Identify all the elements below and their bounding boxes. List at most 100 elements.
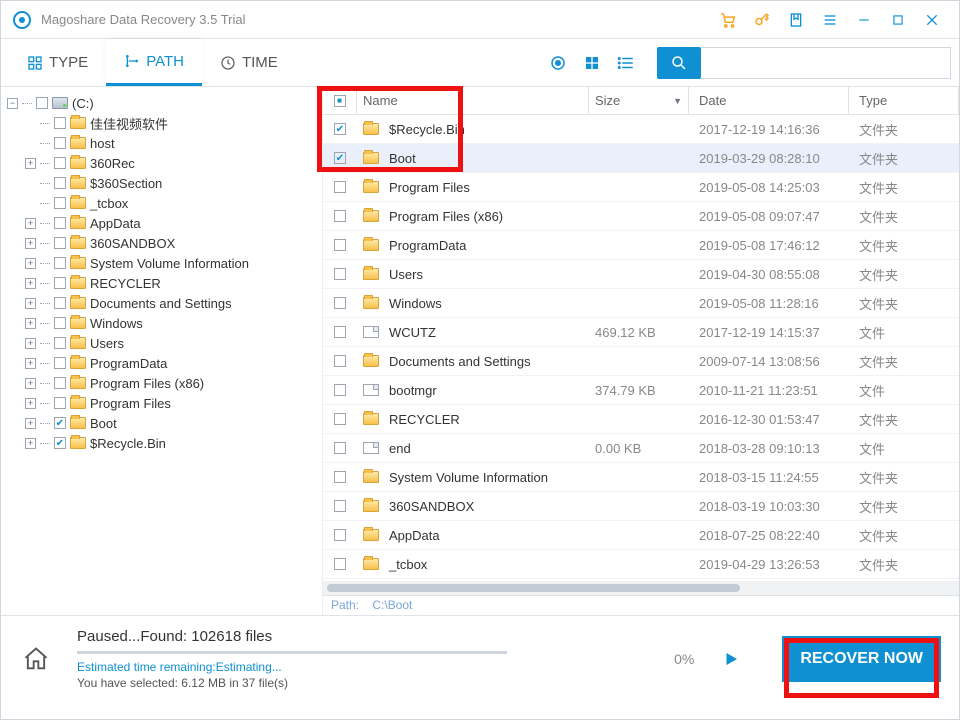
checkbox[interactable] — [54, 117, 66, 129]
checkbox[interactable] — [334, 123, 346, 135]
tree-item[interactable]: +Program Files — [5, 393, 318, 413]
checkbox[interactable] — [334, 558, 346, 570]
horizontal-scrollbar[interactable] — [323, 581, 959, 595]
checkbox[interactable] — [54, 337, 66, 349]
cart-icon[interactable] — [713, 5, 743, 35]
table-row[interactable]: end0.00 KB2018-03-28 09:10:13文件 — [323, 434, 959, 463]
table-row[interactable]: Users2019-04-30 08:55:08文件夹 — [323, 260, 959, 289]
expand-icon[interactable]: + — [25, 438, 36, 449]
table-row[interactable]: Program Files2019-05-08 14:25:03文件夹 — [323, 173, 959, 202]
checkbox[interactable] — [334, 529, 346, 541]
tree-item[interactable]: +ProgramData — [5, 353, 318, 373]
resume-button[interactable] — [722, 650, 740, 668]
collapse-icon[interactable]: − — [7, 98, 18, 109]
expand-icon[interactable]: + — [25, 238, 36, 249]
column-date[interactable]: Date — [689, 87, 849, 114]
tree-item[interactable]: +AppData — [5, 213, 318, 233]
column-type[interactable]: Type — [849, 87, 959, 114]
tab-type[interactable]: TYPE — [9, 39, 106, 86]
table-row[interactable]: Windows2019-05-08 11:28:16文件夹 — [323, 289, 959, 318]
checkbox[interactable] — [334, 442, 346, 454]
checkbox[interactable] — [54, 237, 66, 249]
tab-path[interactable]: PATH — [106, 39, 202, 86]
tree-item[interactable]: +360Rec — [5, 153, 318, 173]
maximize-button[interactable] — [883, 5, 913, 35]
tree-item[interactable]: _tcbox — [5, 193, 318, 213]
checkbox[interactable] — [36, 97, 48, 109]
tree-item[interactable]: +Users — [5, 333, 318, 353]
checkbox[interactable] — [334, 500, 346, 512]
home-button[interactable] — [19, 642, 53, 676]
bookmark-icon[interactable] — [781, 5, 811, 35]
checkbox[interactable] — [54, 317, 66, 329]
tree-item[interactable]: +Documents and Settings — [5, 293, 318, 313]
checkbox[interactable] — [334, 326, 346, 338]
expand-icon[interactable]: + — [25, 218, 36, 229]
checkbox[interactable] — [54, 377, 66, 389]
preview-toggle-icon[interactable] — [541, 39, 575, 86]
tab-time[interactable]: TIME — [202, 39, 296, 86]
expand-icon[interactable]: + — [25, 378, 36, 389]
checkbox[interactable] — [54, 217, 66, 229]
column-name[interactable]: Name — [357, 87, 589, 114]
tree-item[interactable]: +System Volume Information — [5, 253, 318, 273]
tree-item[interactable]: +RECYCLER — [5, 273, 318, 293]
folder-tree[interactable]: − (C:) 佳佳视频软件host+360Rec$360Section_tcbo… — [1, 87, 323, 615]
checkbox[interactable] — [334, 152, 346, 164]
checkbox[interactable] — [54, 397, 66, 409]
checkbox[interactable] — [334, 355, 346, 367]
expand-icon[interactable]: + — [25, 278, 36, 289]
expand-icon[interactable]: + — [25, 318, 36, 329]
checkbox[interactable] — [334, 210, 346, 222]
expand-icon[interactable]: + — [25, 358, 36, 369]
tree-item[interactable]: $360Section — [5, 173, 318, 193]
checkbox[interactable] — [54, 277, 66, 289]
tree-item[interactable]: +$Recycle.Bin — [5, 433, 318, 453]
table-row[interactable]: $Recycle.Bin2017-12-19 14:16:36文件夹 — [323, 115, 959, 144]
checkbox[interactable] — [54, 357, 66, 369]
expand-icon[interactable]: + — [25, 158, 36, 169]
checkbox[interactable] — [334, 181, 346, 193]
search-button[interactable] — [657, 47, 701, 79]
expand-icon[interactable]: + — [25, 418, 36, 429]
thumbnail-view-icon[interactable] — [575, 39, 609, 86]
checkbox[interactable] — [334, 384, 346, 396]
checkbox[interactable] — [334, 239, 346, 251]
expand-icon[interactable]: + — [25, 258, 36, 269]
column-size[interactable]: Size▼ — [589, 87, 689, 114]
table-row[interactable]: _tcbox2019-04-29 13:26:53文件夹 — [323, 550, 959, 579]
table-row[interactable]: Boot2019-03-29 08:28:10文件夹 — [323, 144, 959, 173]
checkbox[interactable] — [54, 197, 66, 209]
header-checkbox-cell[interactable] — [323, 87, 357, 114]
expand-icon[interactable]: + — [25, 338, 36, 349]
tree-root[interactable]: − (C:) — [5, 93, 318, 113]
table-row[interactable]: 360SANDBOX2018-03-19 10:03:30文件夹 — [323, 492, 959, 521]
checkbox[interactable] — [54, 137, 66, 149]
expand-icon[interactable]: + — [25, 298, 36, 309]
table-row[interactable]: RECYCLER2016-12-30 01:53:47文件夹 — [323, 405, 959, 434]
tree-item[interactable]: 佳佳视频软件 — [5, 113, 318, 133]
key-icon[interactable] — [747, 5, 777, 35]
checkbox[interactable] — [54, 157, 66, 169]
checkbox[interactable] — [334, 413, 346, 425]
table-row[interactable]: System Volume Information2018-03-15 11:2… — [323, 463, 959, 492]
table-row[interactable]: WCUTZ469.12 KB2017-12-19 14:15:37文件 — [323, 318, 959, 347]
checkbox[interactable] — [54, 177, 66, 189]
tree-item[interactable]: +360SANDBOX — [5, 233, 318, 253]
checkbox[interactable] — [334, 268, 346, 280]
table-row[interactable]: AppData2018-07-25 08:22:40文件夹 — [323, 521, 959, 550]
table-row[interactable]: ProgramData2019-05-08 17:46:12文件夹 — [323, 231, 959, 260]
tree-item[interactable]: +Boot — [5, 413, 318, 433]
tree-item[interactable]: host — [5, 133, 318, 153]
checkbox[interactable] — [54, 437, 66, 449]
menu-icon[interactable] — [815, 5, 845, 35]
close-button[interactable] — [917, 5, 947, 35]
list-view-icon[interactable] — [609, 39, 643, 86]
checkbox[interactable] — [334, 471, 346, 483]
search-input[interactable] — [701, 47, 951, 79]
recover-now-button[interactable]: RECOVER NOW — [782, 636, 941, 682]
minimize-button[interactable] — [849, 5, 879, 35]
tristate-checkbox-icon[interactable] — [334, 95, 346, 107]
table-row[interactable]: Documents and Settings2009-07-14 13:08:5… — [323, 347, 959, 376]
checkbox[interactable] — [54, 297, 66, 309]
